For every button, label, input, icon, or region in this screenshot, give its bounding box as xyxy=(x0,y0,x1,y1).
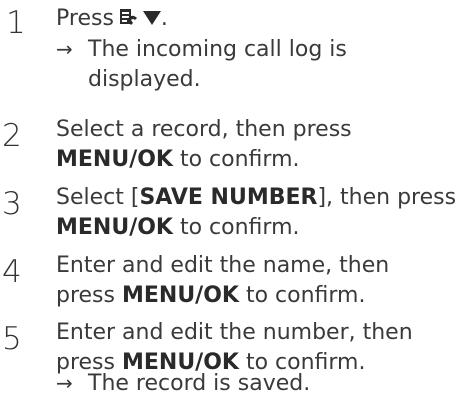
step-line-2: to confirm. xyxy=(238,283,366,308)
call-log-key-icon xyxy=(119,6,139,36)
step-line-2: to confirm. xyxy=(172,147,300,172)
step-number: 5 xyxy=(2,321,22,357)
result-text-line-1: The record is saved. xyxy=(88,371,311,396)
step-line-1: Enter and edit the name, then xyxy=(56,253,390,278)
step-line-1: Enter and edit the number, then xyxy=(56,320,413,345)
step-text: Enter and edit the name, then press MENU… xyxy=(56,251,389,311)
step-number: 4 xyxy=(2,254,22,290)
step-punctuation: . xyxy=(160,6,168,31)
step-result: → The incoming call log is displayed. xyxy=(56,34,347,95)
step-text: Select a record, then press MENU/OK to c… xyxy=(56,115,352,175)
result-arrow-icon: → xyxy=(56,37,73,61)
step-instruction: Press xyxy=(56,6,114,31)
save-number-option-label: SAVE NUMBER xyxy=(139,185,318,210)
result-text-line-2: displayed. xyxy=(88,67,201,92)
step-number: 3 xyxy=(2,186,22,222)
down-triangle-icon xyxy=(142,5,161,35)
step-line-1-post: ], then press xyxy=(317,185,457,210)
step-text: Press. xyxy=(56,4,168,36)
result-arrow-icon: → xyxy=(56,371,73,395)
menu-ok-key-label: MENU/OK xyxy=(56,147,173,172)
step-result: → The record is saved. xyxy=(56,368,310,399)
step-text: Select [SAVE NUMBER], then press MENU/OK… xyxy=(56,183,456,243)
step-line-2: to confirm. xyxy=(172,215,300,240)
menu-ok-key-label: MENU/OK xyxy=(121,283,239,308)
step-number: 2 xyxy=(2,118,22,154)
step-line-2-pre: press xyxy=(56,283,122,308)
menu-ok-key-label: MENU/OK xyxy=(56,215,173,240)
result-text-line-1: The incoming call log is xyxy=(88,37,347,62)
step-line-1: Select a record, then press xyxy=(56,117,352,142)
step-line-1-pre: Select [ xyxy=(56,185,140,210)
step-number: 1 xyxy=(6,5,26,41)
